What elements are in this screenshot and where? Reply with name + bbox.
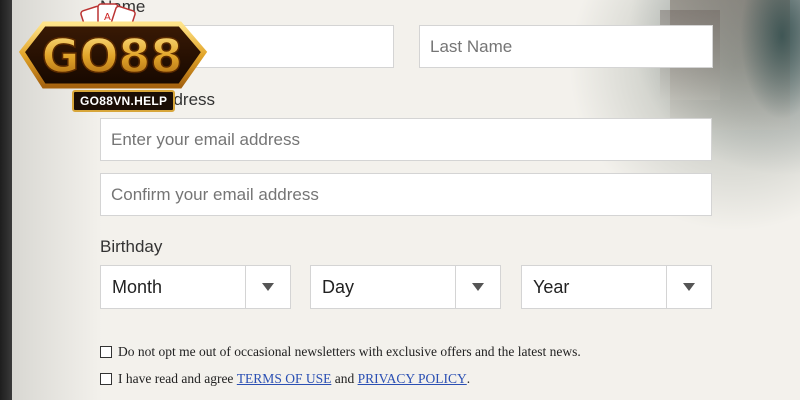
terms-of-use-link[interactable]: TERMS OF USE: [237, 371, 332, 387]
month-select[interactable]: Month: [100, 265, 291, 309]
chevron-down-icon: [472, 283, 484, 291]
go88-logo: A GO88 GO88VN.HELP: [14, 2, 210, 112]
terms-checkbox[interactable]: [100, 373, 112, 385]
chevron-down-icon: [262, 283, 274, 291]
year-dropdown-button[interactable]: [666, 266, 711, 308]
svg-text:A: A: [104, 12, 111, 23]
birthday-label: Birthday: [100, 237, 163, 256]
logo-badge: A GO88: [18, 3, 208, 89]
confirm-email-input[interactable]: [100, 173, 712, 216]
terms-label-and: and: [331, 371, 358, 386]
month-dropdown-button[interactable]: [245, 266, 290, 308]
background-tree: [740, 0, 800, 120]
left-border: [0, 0, 12, 400]
terms-label-suffix: .: [466, 371, 471, 386]
terms-label-prefix: I have read and agree: [118, 371, 237, 386]
year-select[interactable]: Year: [521, 265, 712, 309]
newsletter-checkbox[interactable]: [100, 346, 112, 358]
last-name-input[interactable]: [419, 25, 713, 68]
newsletter-label: Do not opt me out of occasional newslett…: [118, 344, 581, 359]
day-dropdown-button[interactable]: [455, 266, 500, 308]
newsletter-option: Do not opt me out of occasional newslett…: [100, 344, 581, 360]
year-select-value: Year: [533, 276, 570, 297]
month-select-value: Month: [112, 276, 163, 297]
day-select[interactable]: Day: [310, 265, 501, 309]
email-input[interactable]: [100, 118, 712, 161]
logo-wordmark: GO88: [42, 29, 183, 83]
logo-url: GO88VN.HELP: [72, 90, 176, 112]
day-select-value: Day: [322, 276, 355, 297]
chevron-down-icon: [683, 283, 695, 291]
privacy-policy-link[interactable]: PRIVACY POLICY: [358, 371, 467, 387]
terms-option: I have read and agree TERMS OF USE and P…: [100, 371, 470, 387]
